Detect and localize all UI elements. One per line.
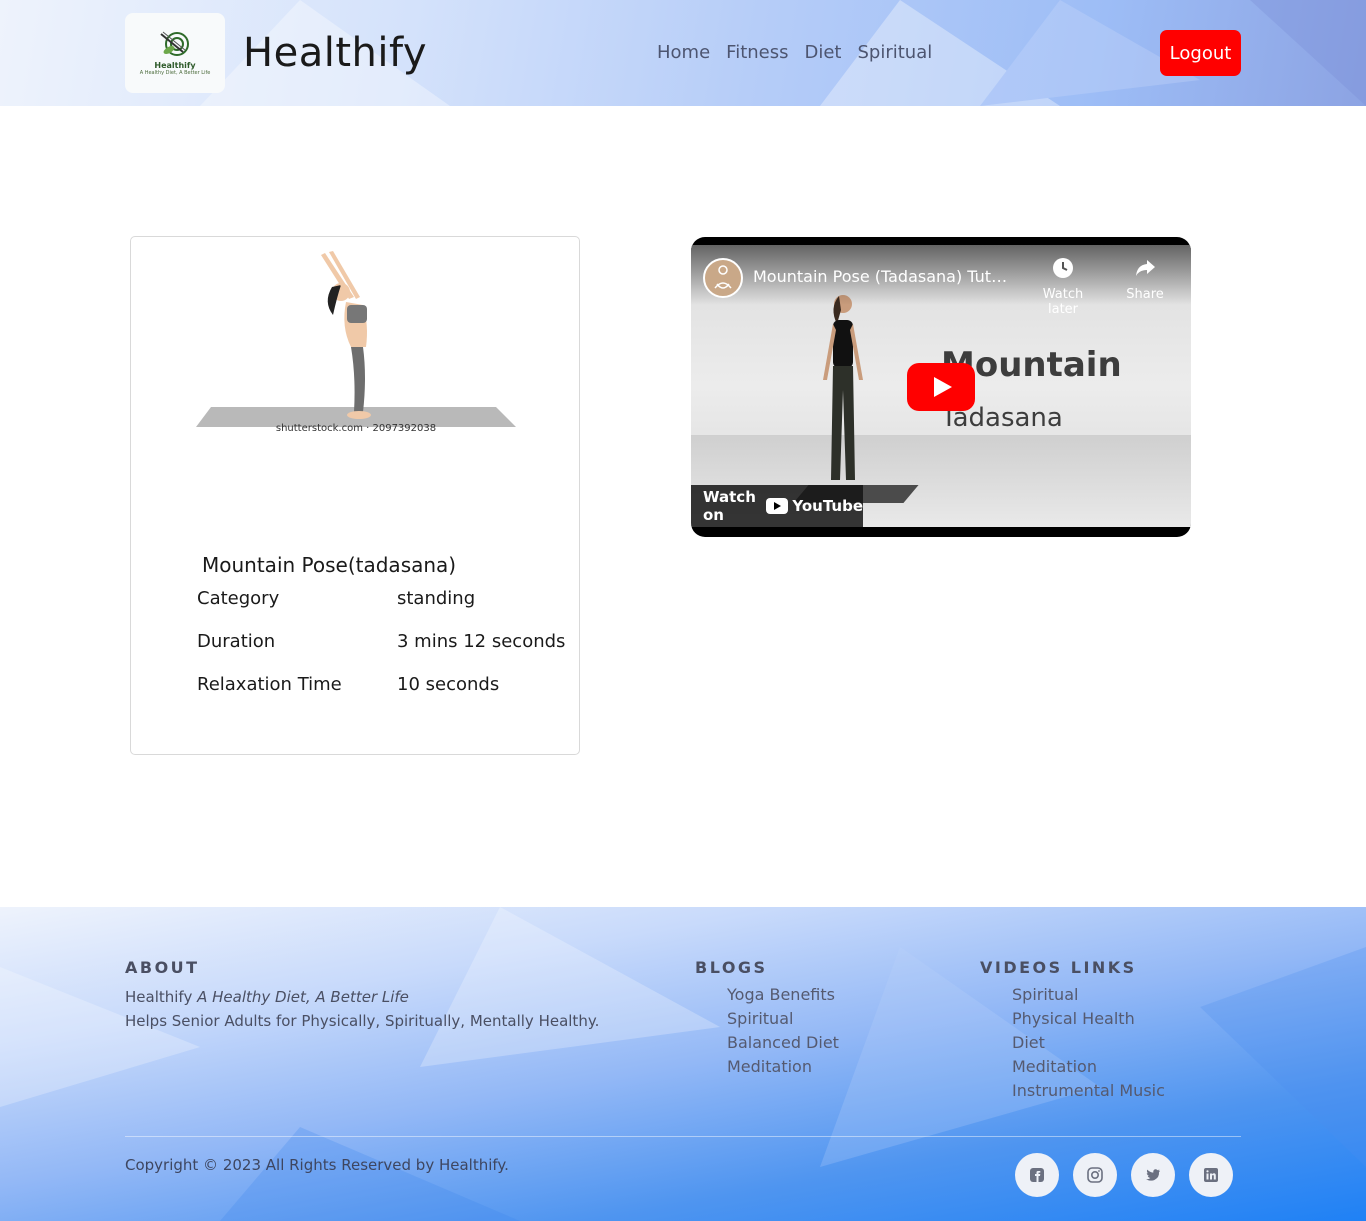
pose-illustration (196, 251, 516, 427)
video-person (823, 295, 863, 480)
detail-label: Relaxation Time (197, 674, 342, 695)
nav-diet[interactable]: Diet (805, 42, 842, 63)
footer-about-brand: Healthify (125, 988, 193, 1006)
copyright-brand-link[interactable]: Healthify. (439, 1156, 509, 1174)
instagram-button[interactable] (1073, 1153, 1117, 1197)
youtube-embed[interactable]: Mountain Tadasana Mountain Pose (Tadasan… (691, 237, 1191, 537)
video-top-bar: Mountain Pose (Tadasana) Tut… Watch late… (691, 245, 1191, 317)
share-label: Share (1126, 287, 1164, 302)
pose-title: Mountain Pose(tadasana) (202, 553, 457, 577)
brand-title[interactable]: Healthify (243, 30, 427, 76)
detail-value: 3 mins 12 seconds (397, 631, 566, 652)
share-button[interactable]: Share (1115, 257, 1175, 302)
nav-fitness[interactable]: Fitness (726, 42, 788, 63)
video-link-diet[interactable]: Diet (1012, 1031, 1165, 1055)
nav-home[interactable]: Home (657, 42, 710, 63)
share-arrow-icon (1136, 260, 1155, 276)
site-logo[interactable]: Healthify A Healthy Diet, A Better Life (125, 13, 225, 93)
footer-about-tagline: A Healthy Diet, A Better Life (197, 988, 409, 1006)
video-link-physical-health[interactable]: Physical Health (1012, 1007, 1165, 1031)
logout-button[interactable]: Logout (1160, 30, 1241, 76)
channel-avatar[interactable] (703, 258, 743, 298)
site-footer: ABOUT Healthify A Healthy Diet, A Better… (0, 907, 1366, 1221)
footer-divider (125, 1136, 1241, 1137)
footer-videos-heading: VIDEOS LINKS (980, 958, 1137, 977)
logo-leaf-icon (160, 31, 189, 56)
copyright-text: Copyright © 2023 All Rights Reserved by … (125, 1156, 509, 1174)
linkedin-icon (1204, 1168, 1218, 1182)
youtube-wordmark: YouTube (792, 497, 863, 515)
image-watermark: shutterstock.com · 2097392038 (275, 423, 437, 434)
instagram-icon (1087, 1167, 1103, 1183)
yoga-figure-icon (714, 265, 732, 289)
watch-later-label: Watch later (1042, 287, 1084, 317)
facebook-button[interactable] (1015, 1153, 1059, 1197)
logo-tagline: A Healthy Diet, A Better Life (139, 70, 211, 76)
video-link-meditation[interactable]: Meditation (1012, 1055, 1165, 1079)
detail-value: standing (397, 588, 476, 609)
youtube-play-icon (766, 498, 789, 514)
watch-on-youtube-button[interactable]: Watch on YouTube (691, 485, 863, 527)
detail-label: Category (197, 588, 280, 609)
blog-link-meditation[interactable]: Meditation (727, 1055, 839, 1079)
blog-link-balanced-diet[interactable]: Balanced Diet (727, 1031, 839, 1055)
blog-link-spiritual[interactable]: Spiritual (727, 1007, 839, 1031)
clock-icon (1053, 258, 1073, 278)
logo-name: Healthify (154, 61, 196, 70)
detail-label: Duration (197, 631, 276, 652)
watch-on-label: Watch on (703, 488, 756, 524)
nav-spiritual[interactable]: Spiritual (858, 42, 933, 63)
play-button[interactable] (907, 363, 975, 411)
footer-videos-list: Spiritual Physical Health Diet Meditatio… (1012, 983, 1165, 1103)
copyright-prefix: Copyright © 2023 All Rights Reserved by (125, 1156, 435, 1174)
blog-link-yoga-benefits[interactable]: Yoga Benefits (727, 983, 839, 1007)
main-nav: Home Fitness Diet Spiritual (657, 42, 932, 63)
footer-about-heading: ABOUT (125, 958, 200, 977)
pose-card: shutterstock.com · 2097392038 Mountain P… (130, 236, 580, 755)
youtube-logo: YouTube (766, 497, 863, 515)
footer-about-text: Helps Senior Adults for Physically, Spir… (125, 1012, 600, 1030)
footer-about-brand-line: Healthify A Healthy Diet, A Better Life (125, 988, 409, 1006)
watch-later-button[interactable]: Watch later (1033, 257, 1093, 317)
video-link-spiritual[interactable]: Spiritual (1012, 983, 1165, 1007)
twitter-icon (1146, 1169, 1160, 1181)
twitter-button[interactable] (1131, 1153, 1175, 1197)
video-title[interactable]: Mountain Pose (Tadasana) Tut… (753, 267, 1007, 286)
footer-blogs-heading: BLOGS (695, 958, 768, 977)
facebook-icon (1030, 1168, 1044, 1182)
detail-value: 10 seconds (397, 674, 500, 695)
linkedin-button[interactable] (1189, 1153, 1233, 1197)
video-link-instrumental-music[interactable]: Instrumental Music (1012, 1079, 1165, 1103)
site-header: Healthify A Healthy Diet, A Better Life … (0, 0, 1366, 106)
footer-blogs-list: Yoga Benefits Spiritual Balanced Diet Me… (727, 983, 839, 1079)
